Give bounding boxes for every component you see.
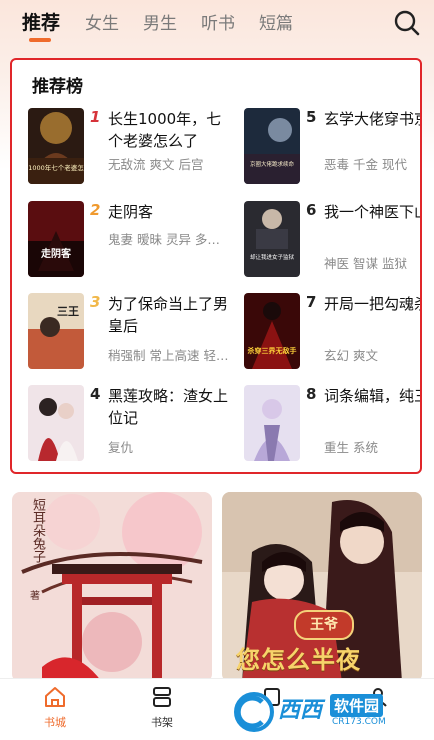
book-cover[interactable]: 却让我进女子监狱 <box>244 201 300 277</box>
book-tags: 鬼妻 暧昧 灵异 多… <box>108 232 220 247</box>
home-icon <box>45 687 65 707</box>
rank-number: 8 <box>306 385 317 403</box>
book-item[interactable]: 京圈大佬跪求续命 5 玄学大佬穿书京圈大佬跪求 恶毒 千金 现代 <box>244 108 420 186</box>
cover-text: 杀穿三界无敌手 <box>248 346 297 355</box>
cover-headline: 您怎么半夜 <box>236 645 361 674</box>
rank-number: 5 <box>306 108 317 126</box>
book-item[interactable]: 4 黑莲攻略：渣女上位记 复仇 <box>28 385 228 463</box>
book-title: 走阴客 <box>108 203 154 221</box>
cover-text: 走阴客 <box>40 247 72 260</box>
book-title: 开局一把勾魂杀穿三界无敌 <box>324 295 420 313</box>
tab-short-story[interactable]: 短篇 <box>259 9 293 34</box>
book-cover[interactable]: 京圈大佬跪求续命 <box>244 108 300 184</box>
title-seal: 王爷 <box>294 610 354 640</box>
site-watermark: 西西 软件园 CR173.COM <box>232 690 432 734</box>
rank-number: 3 <box>90 293 101 311</box>
author-name: 短耳朵兔子 <box>30 498 45 563</box>
bookshelf-icon <box>153 687 171 707</box>
tab-male[interactable]: 男生 <box>143 9 177 34</box>
book-cover[interactable] <box>28 385 84 461</box>
book-item[interactable]: 三王 3 为了保命当上了男皇后 稍强制 常上高速 轻… <box>28 293 228 371</box>
book-tags: 无敌流 爽文 后宫 <box>108 157 204 172</box>
book-item[interactable]: 走阴客 2 走阴客 鬼妻 暧昧 灵异 多… <box>28 201 228 279</box>
top-tab-bar: 推荐 女生 男生 听书 短篇 <box>0 0 434 48</box>
book-title: 为了保命当上了男皇后 <box>108 295 229 335</box>
book-item[interactable]: 杀穿三界无敌手 7 开局一把勾魂杀穿三界无敌 玄幻 爽文 <box>244 293 420 371</box>
tab-recommend[interactable]: 推荐 <box>22 8 60 35</box>
nav-label: 书架 <box>151 716 173 729</box>
book-tags: 神医 智谋 监狱 <box>324 256 407 271</box>
book-tags: 玄幻 爽文 <box>324 348 378 363</box>
section-title: 推荐榜 <box>32 77 83 97</box>
book-item[interactable]: 8 词条编辑，纯三天成黑丝御 重生 系统 <box>244 385 420 463</box>
book-title: 词条编辑，纯三天成黑丝御 <box>324 387 420 405</box>
search-icon[interactable] <box>392 8 422 38</box>
cover-text: 长生1000年七个老婆怎么了 <box>28 163 84 172</box>
rank-number: 7 <box>306 293 317 311</box>
book-title: 我一个神医下山却让我进女子 <box>324 203 420 221</box>
featured-book-card[interactable]: 王爷 您怎么半夜 <box>222 492 422 682</box>
rank-number: 2 <box>90 201 101 219</box>
recommend-ranking-panel: 推荐榜 长生1000年七个老婆怎么了 1 长生1000年，七个老婆怎么了 无敌流… <box>10 58 422 474</box>
book-cover[interactable] <box>244 385 300 461</box>
book-cover[interactable]: 长生1000年七个老婆怎么了 <box>28 108 84 184</box>
cover-text: 三王 <box>57 305 79 318</box>
tab-female[interactable]: 女生 <box>85 9 119 34</box>
book-tags: 稍强制 常上高速 轻… <box>108 348 229 363</box>
nav-bookshelf[interactable]: 书架 <box>132 685 192 730</box>
watermark-brand: 西西 <box>278 698 323 723</box>
author-suffix: 著 <box>30 591 40 602</box>
book-tags: 复仇 <box>108 440 134 455</box>
book-item[interactable]: 长生1000年七个老婆怎么了 1 长生1000年，七个老婆怎么了 无敌流 爽文 … <box>28 108 228 186</box>
rank-number: 6 <box>306 201 317 219</box>
watermark-url: CR173.COM <box>332 717 386 727</box>
rank-number: 1 <box>90 108 101 126</box>
book-cover[interactable]: 三王 <box>28 293 84 369</box>
nav-bookstore[interactable]: 书城 <box>25 685 85 730</box>
nav-label: 书城 <box>44 716 66 729</box>
book-title: 玄学大佬穿书京圈大佬跪求 <box>324 110 420 128</box>
book-cover[interactable]: 走阴客 <box>28 201 84 277</box>
featured-book-card[interactable]: 短耳朵兔子 著 <box>12 492 212 682</box>
watermark-label: 软件园 <box>330 694 384 717</box>
book-tags: 重生 系统 <box>324 440 378 455</box>
cover-text: 却让我进女子监狱 <box>250 253 295 261</box>
book-tags: 恶毒 千金 现代 <box>324 157 407 172</box>
tab-audiobook[interactable]: 听书 <box>201 9 235 34</box>
book-title: 长生1000年，七个老婆怎么了 <box>108 110 222 150</box>
rank-number: 4 <box>90 385 101 403</box>
cover-text: 京圈大佬跪求续命 <box>250 160 295 168</box>
active-tab-indicator <box>29 38 51 42</box>
book-cover[interactable]: 杀穿三界无敌手 <box>244 293 300 369</box>
book-title: 黑莲攻略：渣女上位记 <box>108 387 229 427</box>
book-item[interactable]: 却让我进女子监狱 6 我一个神医下山却让我进女子 神医 智谋 监狱 <box>244 201 420 279</box>
